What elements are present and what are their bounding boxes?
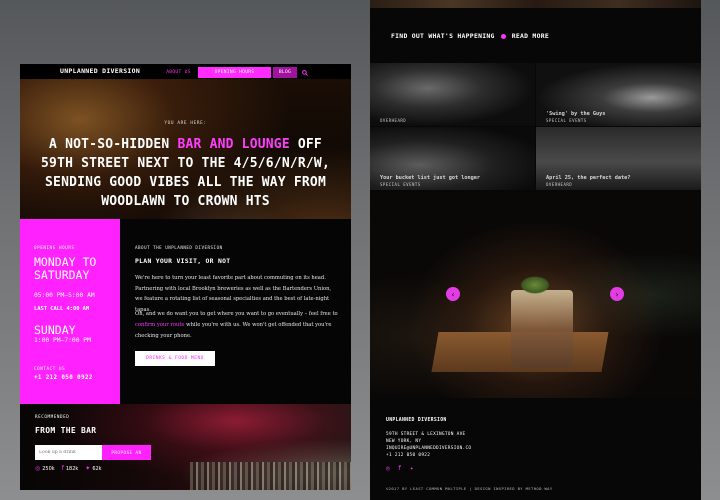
hero-title: A NOT-SO-HIDDEN BAR AND LOUNGE OFF 59TH … (34, 135, 337, 211)
twitter-icon: ✦ (85, 465, 91, 472)
news-tile[interactable]: Your bucket list just got longer SPECIAL… (370, 127, 535, 190)
cocktail-slider: ‹ › (370, 192, 701, 398)
weekday-range: MONDAY TO SATURDAY (34, 255, 97, 282)
nav-blog[interactable]: BLOG (273, 67, 297, 78)
search-icon[interactable] (299, 67, 311, 78)
weekday-times: 05:00 PM–5:00 AM (34, 292, 95, 299)
brand-logo[interactable]: UNPLANNED DIVERSION (60, 67, 140, 75)
top-nav: UNPLANNED DIVERSION ABOUT US OPENING HOU… (20, 64, 351, 79)
opening-hours-card: OPENING HOURS MONDAY TO SATURDAY 05:00 P… (20, 219, 120, 404)
footer-phone[interactable]: +1 212 050 0922 (386, 453, 430, 458)
news-tile-caption: April 25, the perfect date? (546, 175, 631, 181)
news-tile[interactable]: OVERHEARD (370, 63, 535, 126)
instagram-count-value: 250k (42, 465, 55, 472)
hero-title-highlight: BAR AND LOUNGE (177, 137, 290, 152)
footer-social-links: ◎ f ✦ (386, 465, 414, 472)
facebook-icon[interactable]: f (398, 465, 402, 472)
footer-brand: UNPLANNED DIVERSION (386, 418, 447, 423)
cocktail-glass-image (511, 290, 573, 368)
instagram-count[interactable]: ◎ 250k (35, 465, 55, 472)
about-paragraph-2: Oh, and we do want you to get where you … (135, 309, 340, 342)
chevron-right-icon[interactable]: › (610, 287, 624, 301)
footer-credit: ©2017 BY LEAST COMMON MULTIPLE | DESIGN … (386, 486, 553, 491)
opening-hours-label: OPENING HOURS (34, 245, 75, 250)
facebook-count[interactable]: f 182k (62, 465, 79, 472)
drink-search-input[interactable] (35, 445, 102, 460)
search-icon-glyph (302, 69, 308, 76)
last-call: LAST CALL 4:00 AM (34, 306, 90, 312)
drinks-food-menu-button[interactable]: DRINKS & FOOD MENU (135, 351, 215, 366)
about-p2-pre: Oh, and we do want you to get where you … (135, 311, 338, 317)
propose-button[interactable]: PROPOSE AN (102, 445, 151, 460)
contact-phone[interactable]: +1 212 050 0922 (34, 374, 93, 381)
instagram-icon[interactable]: ◎ (386, 465, 390, 472)
footer-email[interactable]: INQUIRE@UNPLANNEDDIVERSION.CO (386, 446, 471, 451)
contact-label: CONTACT US (34, 366, 66, 371)
dot-icon (500, 33, 506, 39)
happening-header: FIND OUT WHAT'S HAPPENING READ MORE (391, 32, 549, 40)
about-section: ABOUT THE UNPLANNED DIVERSION PLAN YOUR … (120, 219, 351, 404)
news-tile-category: SPECIAL EVENTS (380, 182, 421, 187)
continuation-panel: FIND OUT WHAT'S HAPPENING READ MORE OVER… (370, 0, 701, 500)
news-tile-caption: Your bucket list just got longer (380, 175, 480, 181)
recommended-section: RECOMMENDED FROM THE BAR PROPOSE AN ◎250… (20, 404, 351, 490)
nav-opening-hours[interactable]: OPENING HOURS (198, 67, 271, 78)
site-footer: UNPLANNED DIVERSION 59TH STREET & LEXING… (370, 398, 701, 500)
facebook-icon: f (61, 465, 64, 472)
chevron-left-icon[interactable]: ‹ (446, 287, 460, 301)
recommended-title: FROM THE BAR (35, 426, 97, 435)
footer-address-line-1: 59TH STREET & LEXINGTON AVE (386, 432, 466, 437)
garnish-image (520, 276, 550, 294)
news-tile-category: OVERHEARD (546, 182, 573, 187)
footer-address-line-2: NEW YORK, NY (386, 439, 422, 444)
instagram-icon: ◎ (35, 465, 41, 472)
you-are-here-label: YOU ARE HERE: (164, 121, 207, 126)
homepage-panel: UNPLANNED DIVERSION ABOUT US OPENING HOU… (20, 64, 351, 490)
news-tile-caption: 'Swing' by the Guys (546, 111, 606, 117)
read-more-link[interactable]: READ MORE (512, 32, 549, 40)
bar-shelf-image (190, 462, 351, 490)
confirm-route-link[interactable]: confirm your route (135, 322, 185, 328)
news-tile-category: OVERHEARD (380, 118, 407, 123)
news-tile[interactable]: April 25, the perfect date? OVERHEARD (536, 127, 701, 190)
news-tile-category: SPECIAL EVENTS (546, 118, 587, 123)
happening-title: FIND OUT WHAT'S HAPPENING (391, 32, 495, 40)
nav-about-us[interactable]: ABOUT US (162, 67, 195, 78)
twitter-count[interactable]: ✦ 62k (85, 465, 101, 472)
top-image-strip (370, 0, 701, 8)
twitter-icon[interactable]: ✦ (410, 465, 414, 472)
sunday-times: 1:00 PM–7:00 PM (34, 337, 91, 344)
twitter-count-value: 62k (92, 465, 102, 472)
social-counts: ◎ 250k f 182k ✦ 62k (35, 465, 102, 472)
news-tile[interactable]: 'Swing' by the Guys SPECIAL EVENTS (536, 63, 701, 126)
about-label: ABOUT THE UNPLANNED DIVERSION (135, 245, 223, 250)
about-heading: PLAN YOUR VISIT, OR NOT (135, 257, 231, 265)
sunday-label: SUNDAY (34, 323, 76, 337)
hero-title-pre: A NOT-SO-HIDDEN (49, 137, 178, 152)
facebook-count-value: 182k (65, 465, 79, 472)
recommended-label: RECOMMENDED (35, 414, 70, 419)
news-grid: OVERHEARD 'Swing' by the Guys SPECIAL EV… (370, 63, 701, 191)
